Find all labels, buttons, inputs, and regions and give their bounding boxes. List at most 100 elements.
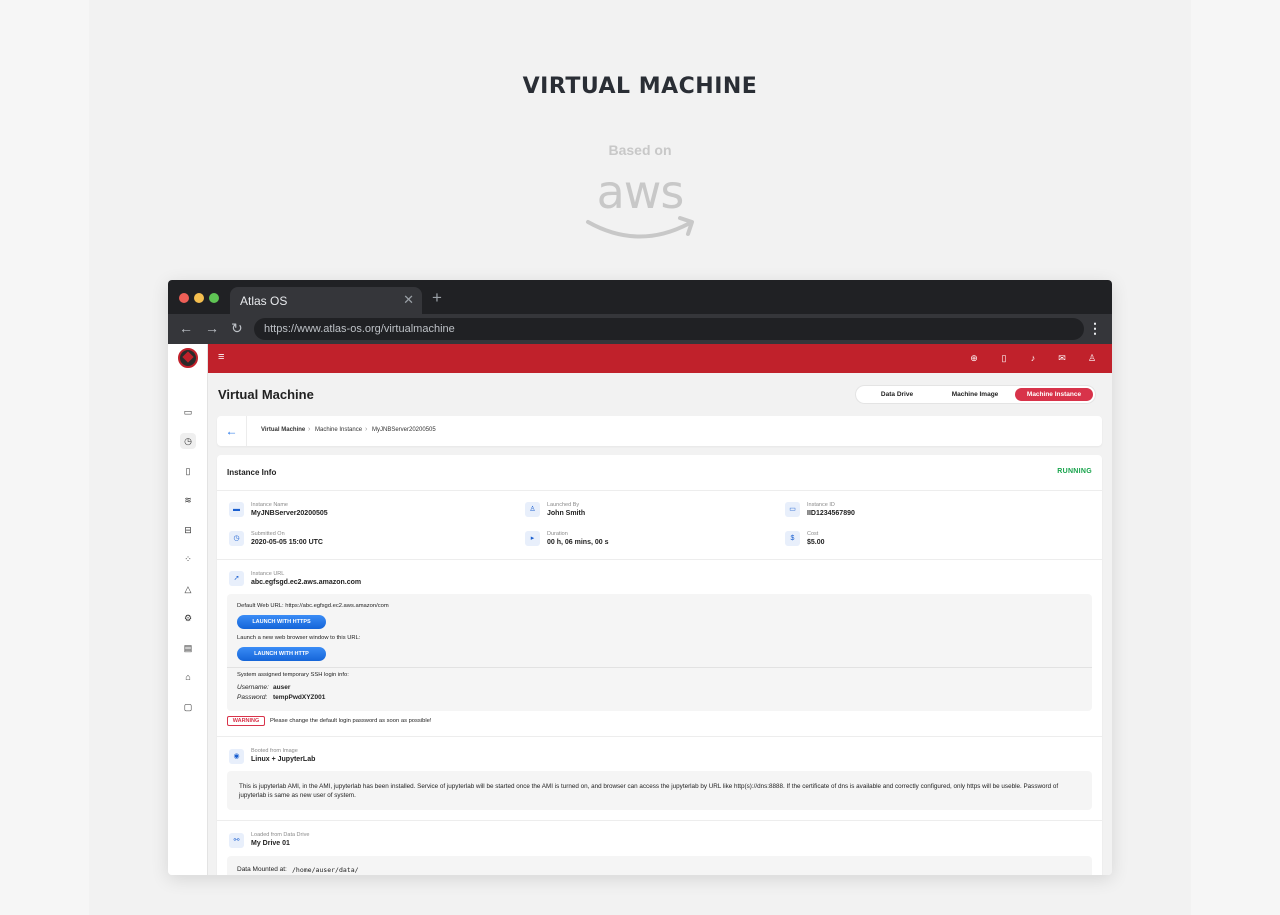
disc-icon: ◉ bbox=[229, 749, 244, 764]
image-description-box: This is jupyterlab AMI, in the AMI, jupy… bbox=[227, 771, 1092, 810]
duration-value: 00 h, 06 mins, 00 s bbox=[547, 539, 609, 546]
username-label: Username: bbox=[237, 684, 269, 691]
bell-icon[interactable]: ♪ bbox=[1027, 352, 1039, 364]
reload-icon[interactable]: ↻ bbox=[231, 320, 243, 337]
person-icon: ♙ bbox=[525, 502, 540, 517]
instance-url-value: abc.egfsgd.ec2.aws.amazon.com bbox=[251, 579, 362, 586]
instance-id-label: Instance ID bbox=[807, 502, 835, 508]
tab-data-drive[interactable]: Data Drive bbox=[858, 388, 936, 401]
breadcrumb-virtual-machine[interactable]: Virtual Machine bbox=[261, 427, 305, 433]
play-icon: ▸ bbox=[525, 531, 540, 546]
address-bar: ← → ↻ https://www.atlas-os.org/virtualma… bbox=[168, 314, 1112, 344]
dollar-icon: $ bbox=[785, 531, 800, 546]
server-icon: ▬ bbox=[229, 502, 244, 517]
chevron-right-icon: › bbox=[308, 426, 311, 433]
app-viewport: ▭ ◷ ▯ ≋ ⊟ ⁘ △ ⚙ ▤ ⌂ ▢ ≡ ⊕ ▯ ♪ ✉ ♙ Virtua… bbox=[168, 344, 1112, 875]
launch-panel: Default Web URL: https://abc.egfsgd.ec2.… bbox=[227, 594, 1092, 711]
booted-image-label: Booted from Image bbox=[251, 748, 298, 754]
tablet-icon[interactable]: ▯ bbox=[998, 352, 1010, 364]
mounted-path: /home/auser/data/ bbox=[292, 866, 359, 874]
download-icon[interactable]: ⊕ bbox=[968, 352, 980, 364]
divider bbox=[227, 667, 1092, 668]
hero-title: VIRTUAL MACHINE bbox=[522, 74, 758, 99]
instance-name-value: MyJNBServer20200505 bbox=[251, 510, 328, 517]
inbox-icon[interactable]: ▭ bbox=[180, 404, 196, 420]
mount-box: Data Mounted at: /home/auser/data/ bbox=[227, 856, 1092, 875]
trash-icon[interactable]: ⌂ bbox=[180, 669, 196, 685]
instance-name-label: Instance Name bbox=[251, 502, 288, 508]
browser-menu-icon[interactable]: ⋮ bbox=[1088, 320, 1102, 337]
link-icon: ⚯ bbox=[229, 833, 244, 848]
ssh-intro: System assigned temporary SSH login info… bbox=[237, 672, 349, 678]
instance-id-value: IID1234567890 bbox=[807, 510, 855, 517]
tab-machine-image[interactable]: Machine Image bbox=[936, 388, 1014, 401]
mail-icon[interactable]: ✉ bbox=[1056, 352, 1068, 364]
drive-icon[interactable]: ⊟ bbox=[180, 522, 196, 538]
new-window-text: Launch a new web browser window to this … bbox=[237, 635, 361, 641]
password-label: Password: bbox=[237, 694, 268, 701]
page-title: Virtual Machine bbox=[218, 387, 314, 402]
user-icon[interactable]: ♙ bbox=[1086, 352, 1098, 364]
hamburger-menu-icon[interactable]: ≡ bbox=[218, 351, 224, 363]
launch-https-button[interactable]: LAUNCH WITH HTTPS bbox=[237, 615, 326, 629]
chat-icon[interactable]: ▢ bbox=[180, 699, 196, 715]
document-icon[interactable]: ▯ bbox=[180, 463, 196, 479]
window-maximize-dot[interactable] bbox=[209, 293, 219, 303]
warning-text: Please change the default login password… bbox=[270, 718, 432, 724]
divider bbox=[217, 559, 1102, 560]
apps-icon[interactable]: ⁘ bbox=[180, 551, 196, 567]
layers-icon[interactable]: ≋ bbox=[180, 492, 196, 508]
new-tab-icon[interactable]: + bbox=[432, 288, 442, 308]
window-minimize-dot[interactable] bbox=[194, 293, 204, 303]
clock-icon[interactable]: ◷ bbox=[180, 433, 196, 449]
back-arrow-icon[interactable]: ← bbox=[179, 320, 193, 336]
cost-value: $5.00 bbox=[807, 539, 825, 546]
launched-by-label: Launched By bbox=[547, 502, 580, 508]
status-badge: RUNNING bbox=[1057, 468, 1092, 475]
vm-section-tabs: Data Drive Machine Image Machine Instanc… bbox=[856, 386, 1095, 403]
breadcrumb-current: MyJNBServer20200505 bbox=[372, 427, 436, 433]
forward-arrow-icon[interactable]: → bbox=[205, 320, 219, 336]
chevron-right-icon: › bbox=[365, 426, 368, 433]
divider bbox=[217, 820, 1102, 821]
window-close-dot[interactable] bbox=[179, 293, 189, 303]
booted-image-value: Linux + JupyterLab bbox=[251, 756, 316, 763]
url-input[interactable]: https://www.atlas-os.org/virtualmachine bbox=[254, 318, 1084, 340]
mounted-label: Data Mounted at: bbox=[237, 866, 287, 873]
duration-label: Duration bbox=[547, 531, 568, 537]
launch-http-button[interactable]: LAUNCH WITH HTTP bbox=[237, 647, 326, 661]
image-description: This is jupyterlab AMI, in the AMI, jupy… bbox=[239, 783, 1059, 799]
browser-tab-bar: Atlas OS ✕ + bbox=[168, 280, 1112, 315]
password-value: tempPwdXYZ001 bbox=[273, 694, 326, 701]
sidebar-rail: ▭ ◷ ▯ ≋ ⊟ ⁘ △ ⚙ ▤ ⌂ ▢ bbox=[168, 344, 208, 875]
browser-tab-atlas-os[interactable]: Atlas OS ✕ bbox=[230, 287, 422, 315]
submitted-on-value: 2020-05-05 15:00 UTC bbox=[251, 539, 323, 546]
clock-icon: ◷ bbox=[229, 531, 244, 546]
card-title: Instance Info bbox=[227, 468, 277, 477]
atlas-logo[interactable] bbox=[178, 348, 198, 368]
cost-label: Cost bbox=[807, 531, 819, 537]
warning-icon[interactable]: △ bbox=[180, 581, 196, 597]
instance-info-card: Instance Info RUNNING ▬ Instance Name My… bbox=[217, 455, 1102, 875]
based-on-caption: Based on bbox=[608, 142, 672, 158]
gear-icon[interactable]: ⚙ bbox=[180, 610, 196, 626]
launched-by-value: John Smith bbox=[547, 510, 586, 517]
tab-machine-instance[interactable]: Machine Instance bbox=[1015, 388, 1093, 401]
breadcrumb-machine-instance[interactable]: Machine Instance bbox=[315, 427, 362, 433]
divider bbox=[217, 490, 1102, 491]
tab-close-icon[interactable]: ✕ bbox=[403, 292, 414, 308]
id-card-icon: ▭ bbox=[785, 502, 800, 517]
browser-window: Atlas OS ✕ + ← → ↻ https://www.atlas-os.… bbox=[168, 280, 1112, 875]
divider bbox=[217, 736, 1102, 737]
back-button[interactable]: ← bbox=[217, 416, 247, 446]
cursor-icon: ➚ bbox=[229, 571, 244, 586]
default-web-url: Default Web URL: https://abc.egfsgd.ec2.… bbox=[237, 603, 389, 609]
storage-icon[interactable]: ▤ bbox=[180, 640, 196, 656]
instance-url-label: Instance URL bbox=[251, 571, 285, 577]
breadcrumb-bar: ← Virtual Machine › Machine Instance › M… bbox=[217, 416, 1102, 446]
aws-smile-icon bbox=[586, 216, 694, 239]
submitted-on-label: Submitted On bbox=[251, 531, 285, 537]
username-value: auser bbox=[273, 684, 291, 691]
app-header: ≡ ⊕ ▯ ♪ ✉ ♙ bbox=[208, 344, 1112, 373]
tab-title: Atlas OS bbox=[240, 294, 288, 308]
